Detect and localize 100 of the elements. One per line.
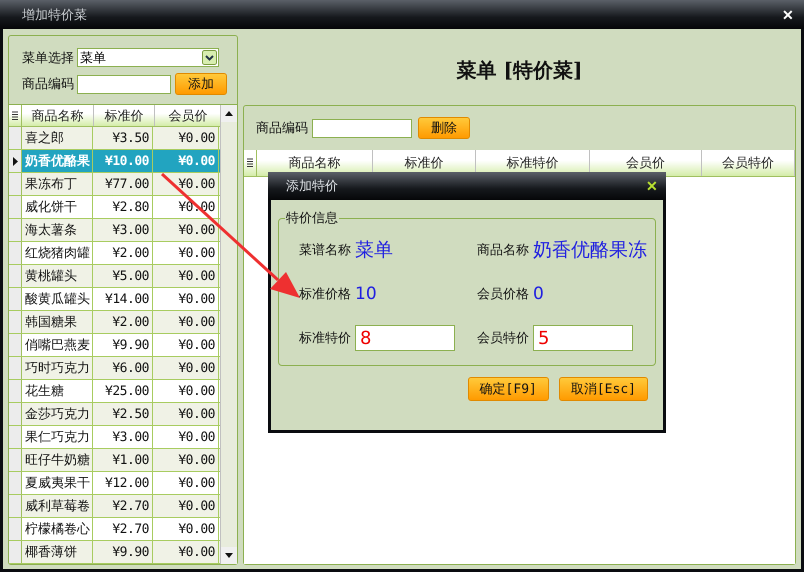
table-cell: ¥3.00 xyxy=(93,219,153,241)
table-cell: ¥0.00 xyxy=(153,449,219,471)
window-title: 增加特价菜 xyxy=(22,6,87,24)
table-row[interactable]: 海太薯条 ¥3.00 ¥0.00 xyxy=(9,219,220,242)
table-cell: 巧时巧克力 xyxy=(22,357,93,379)
table-cell: ¥0.00 xyxy=(153,311,219,333)
column-header[interactable]: 商品名称 xyxy=(22,105,94,126)
row-pointer-icon xyxy=(12,156,18,166)
table-cell: 海太薯条 xyxy=(22,219,93,241)
table-cell: ¥0.00 xyxy=(153,173,219,195)
code-input[interactable] xyxy=(312,118,412,138)
table-cell: ¥2.70 xyxy=(93,518,153,540)
price-input[interactable]: 5 xyxy=(533,325,633,351)
table-cell: ¥12.00 xyxy=(93,472,153,494)
table-cell: ¥0.00 xyxy=(153,472,219,494)
table-row[interactable]: 喜之郎 ¥3.50 ¥0.00 xyxy=(9,127,220,150)
list-icon xyxy=(247,158,253,168)
column-header[interactable]: 标准价 xyxy=(94,105,155,126)
table-cell: 果冻布丁 xyxy=(22,173,93,195)
table-row[interactable]: 果仁巧克力 ¥3.00 ¥0.00 xyxy=(9,426,220,449)
field-value: 10 xyxy=(355,284,377,304)
table-cell: ¥1.00 xyxy=(93,449,153,471)
table-row[interactable]: 果冻布丁 ¥77.00 ¥0.00 xyxy=(9,173,220,196)
scrollbar[interactable] xyxy=(220,105,237,564)
code-input[interactable] xyxy=(77,74,171,94)
table-cell: 椰香薄饼 xyxy=(22,541,93,563)
table-cell: ¥2.70 xyxy=(93,495,153,517)
table-cell: ¥0.00 xyxy=(153,426,219,448)
table-cell: 旺仔牛奶糖 xyxy=(22,449,93,471)
table-cell: ¥5.00 xyxy=(93,265,153,287)
price-input[interactable]: 8 xyxy=(355,325,455,351)
field-label: 标准特价 xyxy=(299,330,351,347)
table-cell: ¥77.00 xyxy=(93,173,153,195)
table-cell: ¥9.90 xyxy=(93,541,153,563)
scroll-down-icon xyxy=(225,553,233,558)
field-value: 0 xyxy=(533,284,544,304)
table-row[interactable]: 椰香薄饼 ¥9.90 ¥0.00 xyxy=(9,541,220,564)
table-row[interactable]: 柠檬橘卷心 ¥2.70 ¥0.00 xyxy=(9,518,220,541)
table-cell: ¥2.00 xyxy=(93,311,153,333)
menu-select[interactable]: 菜单 xyxy=(77,48,219,67)
table-cell: 金莎巧克力 xyxy=(22,403,93,425)
table-cell: 威化饼干 xyxy=(22,196,93,218)
table-cell: ¥14.00 xyxy=(93,288,153,310)
table-cell: ¥0.00 xyxy=(153,380,219,402)
page-heading: 菜单 [特价菜] xyxy=(456,56,584,84)
table-row[interactable]: 旺仔牛奶糖 ¥1.00 ¥0.00 xyxy=(9,449,220,472)
table-cell: ¥6.00 xyxy=(93,357,153,379)
table-cell: 柠檬橘卷心 xyxy=(22,518,93,540)
table-row[interactable]: 夏威夷果干 ¥12.00 ¥0.00 xyxy=(9,472,220,495)
table-cell: ¥0.00 xyxy=(153,495,219,517)
table-row[interactable]: 酸黄瓜罐头 ¥14.00 ¥0.00 xyxy=(9,288,220,311)
table-cell: ¥2.00 xyxy=(93,242,153,264)
add-button[interactable]: 添加 xyxy=(175,73,227,95)
table-cell: 韩国糖果 xyxy=(22,311,93,333)
table-cell: ¥0.00 xyxy=(153,541,219,563)
table-row[interactable]: 威利草莓卷 ¥2.70 ¥0.00 xyxy=(9,495,220,518)
menu-select-label: 菜单选择 xyxy=(22,50,74,66)
table-cell: ¥0.00 xyxy=(153,403,219,425)
table-cell: ¥3.00 xyxy=(93,426,153,448)
table-cell: 红烧猪肉罐 xyxy=(22,242,93,264)
table-cell: 黄桃罐头 xyxy=(22,265,93,287)
field-value: 奶香优酪果冻 xyxy=(533,238,647,263)
table-cell: ¥0.00 xyxy=(153,127,219,149)
table-cell: 果仁巧克力 xyxy=(22,426,93,448)
table-cell: ¥10.00 xyxy=(93,150,153,172)
confirm-button[interactable]: 确定[F9] xyxy=(468,377,549,401)
field-label: 会员价格 xyxy=(477,286,529,303)
dropdown-icon xyxy=(202,50,217,65)
scroll-up-icon xyxy=(225,111,233,116)
table-cell: ¥0.00 xyxy=(153,150,219,172)
table-cell: ¥0.00 xyxy=(153,242,219,264)
table-cell: ¥3.50 xyxy=(93,127,153,149)
table-row[interactable]: 金莎巧克力 ¥2.50 ¥0.00 xyxy=(9,403,220,426)
table-cell: 喜之郎 xyxy=(22,127,93,149)
close-button[interactable]: ✕ xyxy=(782,6,794,22)
table-row[interactable]: 俏嘴巴燕麦 ¥9.90 ¥0.00 xyxy=(9,334,220,357)
group-title: 特价信息 xyxy=(285,210,339,227)
table-cell: 威利草莓卷 xyxy=(22,495,93,517)
dialog-title: 添加特价 xyxy=(286,178,338,195)
field-label: 商品名称 xyxy=(477,242,529,259)
table-row[interactable]: 黄桃罐头 ¥5.00 ¥0.00 xyxy=(9,265,220,288)
cancel-button[interactable]: 取消[Esc] xyxy=(558,377,648,401)
field-label: 会员特价 xyxy=(477,330,529,347)
table-cell: ¥0.00 xyxy=(153,518,219,540)
table-cell: 奶香优酪果 xyxy=(22,150,93,172)
table-cell: ¥0.00 xyxy=(153,334,219,356)
close-button[interactable]: ✕ xyxy=(646,178,658,194)
field-value: 菜单 xyxy=(355,238,393,263)
table-row[interactable]: 巧时巧克力 ¥6.00 ¥0.00 xyxy=(9,357,220,380)
table-cell: ¥0.00 xyxy=(153,265,219,287)
table-cell: 酸黄瓜罐头 xyxy=(22,288,93,310)
table-cell: ¥2.80 xyxy=(93,196,153,218)
table-row[interactable]: 红烧猪肉罐 ¥2.00 ¥0.00 xyxy=(9,242,220,265)
table-cell: ¥9.90 xyxy=(93,334,153,356)
table-cell: ¥2.50 xyxy=(93,403,153,425)
column-header[interactable]: 会员特价 xyxy=(702,150,795,176)
table-row[interactable]: 韩国糖果 ¥2.00 ¥0.00 xyxy=(9,311,220,334)
table-cell: 俏嘴巴燕麦 xyxy=(22,334,93,356)
table-row[interactable]: 花生糖 ¥25.00 ¥0.00 xyxy=(9,380,220,403)
delete-button[interactable]: 删除 xyxy=(418,117,470,139)
